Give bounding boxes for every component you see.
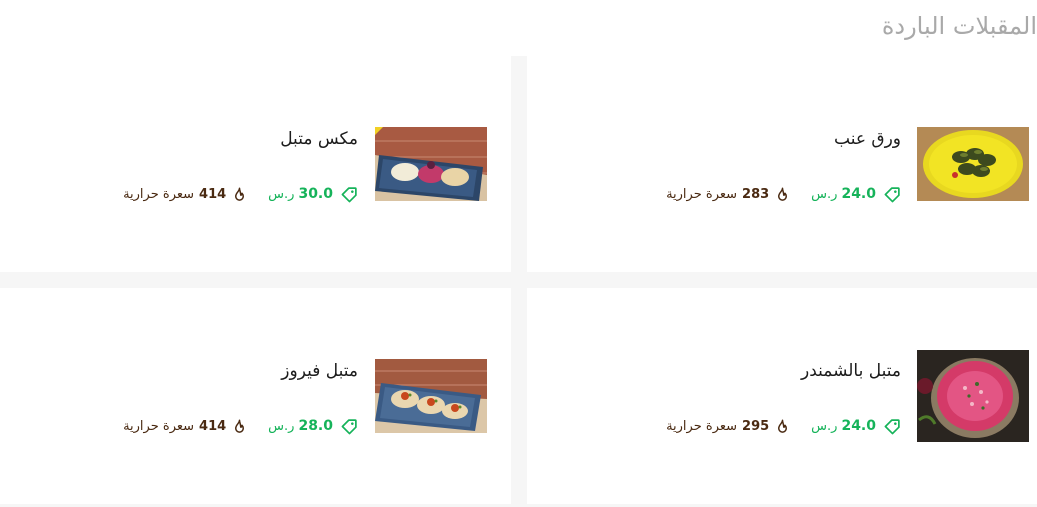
price-value: 30.0 [298, 186, 333, 202]
dish-image[interactable] [375, 359, 487, 433]
price-tag-icon [341, 186, 357, 202]
price-currency: ر.س [811, 418, 838, 434]
price-tag-icon [884, 418, 900, 434]
dish-meta: 24.0 ر.س 283 سعرة حرارية [666, 184, 901, 204]
calories-value: 283 [742, 186, 770, 202]
dish-meta: 28.0 ر.س 414 سعرة حرارية [123, 416, 358, 436]
flame-icon [778, 187, 788, 201]
price-tag-icon [884, 186, 900, 202]
price-value: 24.0 [841, 186, 876, 202]
price-currency: ر.س [811, 186, 838, 202]
calories-value: 414 [199, 186, 227, 202]
calories-unit: سعرة حرارية [666, 418, 738, 434]
dish-name[interactable]: متبل بالشمندر [801, 361, 901, 381]
dish-meta: 24.0 ر.س 295 سعرة حرارية [666, 416, 901, 436]
dish-card[interactable]: ورق عنب 24.0 ر.س 283 سعرة حرارية [527, 56, 1037, 272]
row-gutter [0, 272, 1037, 288]
calories-value: 414 [199, 418, 227, 434]
price-tag-icon [341, 418, 357, 434]
calories-unit: سعرة حرارية [123, 418, 195, 434]
dish-card[interactable]: متبل فيروز 28.0 ر.س 414 سعرة حرارية [0, 288, 510, 504]
flame-icon [778, 419, 788, 433]
calories-value: 295 [742, 418, 770, 434]
calories-unit: سعرة حرارية [123, 186, 195, 202]
price-currency: ر.س [268, 418, 295, 434]
dish-image[interactable] [917, 350, 1029, 442]
flame-icon [235, 187, 245, 201]
calories-unit: سعرة حرارية [666, 186, 738, 202]
dish-card[interactable]: متبل بالشمندر 24.0 ر.س 295 سعرة حرارية [527, 288, 1037, 504]
dish-name[interactable]: مكس متبل [280, 129, 358, 149]
dish-image[interactable] [375, 127, 487, 201]
section-title: المقبلات الباردة [881, 12, 1037, 40]
dish-name[interactable]: متبل فيروز [281, 361, 358, 381]
dish-card[interactable]: مكس متبل 30.0 ر.س 414 سعرة حرارية [0, 56, 510, 272]
flame-icon [235, 419, 245, 433]
price-value: 24.0 [841, 418, 876, 434]
dish-name[interactable]: ورق عنب [834, 129, 901, 149]
dish-image[interactable] [917, 127, 1029, 201]
price-currency: ر.س [268, 186, 295, 202]
dish-meta: 30.0 ر.س 414 سعرة حرارية [123, 184, 358, 204]
price-value: 28.0 [298, 418, 333, 434]
